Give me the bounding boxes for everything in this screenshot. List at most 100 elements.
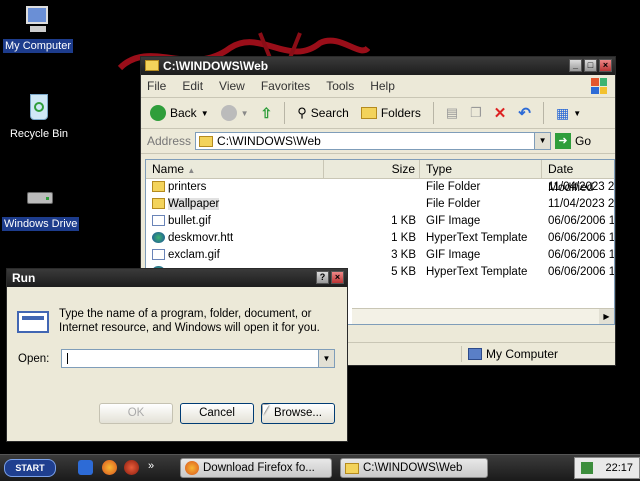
column-size[interactable]: Size [324, 160, 420, 178]
folder-icon [145, 60, 159, 71]
taskbar: START » Download Firefox fo... C:\WINDOW… [0, 454, 640, 481]
list-item[interactable]: exclam.gif 3 KB GIF Image 06/06/2006 1 [146, 247, 614, 264]
address-input[interactable]: C:\WINDOWS\Web ▼ [195, 132, 552, 150]
quicklaunch-more-icon[interactable]: » [148, 460, 154, 472]
chevron-down-icon: ▼ [200, 108, 209, 118]
folder-icon [152, 181, 165, 192]
recycle-bin-icon [23, 92, 55, 124]
search-icon: ⚲ [297, 105, 307, 120]
task-explorer[interactable]: C:\WINDOWS\Web [340, 458, 488, 478]
toolbar-separator [432, 102, 434, 124]
undo-icon: ↶ [518, 105, 531, 122]
gif-image-icon [152, 215, 165, 226]
delete-icon: ✕ [493, 105, 507, 122]
open-combobox[interactable]: ▼ [61, 349, 335, 368]
list-item[interactable]: printers File Folder 11/04/2023 2 [146, 179, 614, 196]
views-button[interactable]: ▦ ▼ [553, 103, 584, 124]
up-button[interactable]: ⇧ [258, 103, 276, 124]
cancel-button[interactable]: Cancel [180, 403, 254, 424]
open-dropdown-button[interactable]: ▼ [318, 350, 334, 367]
browse-button[interactable]: Browse... [261, 403, 335, 424]
drive-icon [24, 182, 56, 214]
address-bar: Address C:\WINDOWS\Web ▼ ➜ Go [141, 129, 615, 154]
menu-help[interactable]: Help [370, 79, 395, 93]
gif-image-icon [152, 249, 165, 260]
html-template-icon [152, 232, 165, 243]
horizontal-scrollbar[interactable]: ▶ [352, 308, 614, 324]
delete-button[interactable]: ✕ [491, 102, 510, 124]
run-program-icon [17, 311, 49, 333]
media-player-icon[interactable] [124, 460, 139, 475]
task-firefox[interactable]: Download Firefox fo... [180, 458, 332, 478]
desktop-icon-windows-drive[interactable]: Windows Drive [2, 182, 80, 231]
folder-icon [199, 135, 214, 147]
firefox-icon[interactable] [102, 460, 117, 475]
computer-icon [22, 4, 54, 36]
minimize-button[interactable]: _ [569, 59, 582, 72]
open-label: Open: [18, 353, 50, 365]
menu-favorites[interactable]: Favorites [261, 79, 310, 93]
menu-tools[interactable]: Tools [326, 79, 354, 93]
scroll-right-arrow-icon[interactable]: ▶ [599, 309, 614, 324]
sort-asc-icon: ▲ [187, 166, 196, 175]
mouse-cursor-icon [263, 405, 269, 415]
folder-icon [345, 463, 359, 474]
copy-to-button[interactable]: ❐ [467, 103, 485, 123]
forward-button[interactable]: ▼ [218, 103, 252, 123]
menu-view[interactable]: View [219, 79, 245, 93]
column-name[interactable]: Name ▲ [146, 160, 324, 178]
column-type[interactable]: Type [420, 160, 542, 178]
clock[interactable]: 22:17 [605, 462, 633, 474]
status-zone: My Computer [461, 346, 558, 362]
column-date-modified[interactable]: Date Modified [542, 160, 614, 194]
desktop-icon-label: My Computer [2, 39, 74, 53]
back-arrow-icon [150, 105, 166, 121]
forward-arrow-icon [220, 105, 237, 121]
column-header: Name ▲ Size Type Date Modified [146, 160, 614, 194]
address-dropdown-button[interactable]: ▼ [534, 133, 551, 149]
list-item[interactable]: deskmovr.htt 1 KB HyperText Template 06/… [146, 230, 614, 247]
close-button[interactable]: × [599, 59, 612, 72]
network-icon[interactable] [581, 462, 593, 474]
menu-file[interactable]: File [147, 79, 166, 93]
close-button[interactable]: × [331, 271, 344, 284]
list-item[interactable]: bullet.gif 1 KB GIF Image 06/06/2006 1 [146, 213, 614, 230]
ok-button[interactable]: OK [99, 403, 173, 424]
menu-edit[interactable]: Edit [182, 79, 203, 93]
move-to-icon: ▤ [445, 105, 459, 120]
windows-logo-icon [591, 78, 607, 94]
folders-button[interactable]: Folders [358, 104, 424, 122]
run-titlebar[interactable]: Run ? × [7, 269, 347, 287]
maximize-button[interactable]: □ [584, 59, 597, 72]
text-caret [67, 353, 68, 364]
go-arrow-icon: ➜ [555, 133, 572, 149]
back-button[interactable]: Back ▼ [147, 103, 212, 123]
show-desktop-icon[interactable] [78, 460, 93, 475]
go-button[interactable]: ➜ Go [555, 133, 591, 149]
up-folder-icon: ⇧ [260, 104, 273, 121]
folders-label: Folders [380, 106, 421, 120]
undo-button[interactable]: ↶ [515, 102, 534, 124]
views-icon: ▦ [555, 104, 570, 121]
search-button[interactable]: ⚲ Search [294, 103, 352, 123]
desktop-icon-recycle-bin[interactable]: Recycle Bin [1, 92, 77, 141]
go-label: Go [575, 134, 592, 148]
computer-icon [468, 348, 482, 360]
desktop-icon-label: Windows Drive [2, 217, 80, 231]
system-tray: 22:17 [574, 457, 640, 479]
list-item[interactable]: Wallpaper File Folder 11/04/2023 2 [146, 196, 614, 213]
address-value: C:\WINDOWS\Web [217, 134, 321, 148]
start-button[interactable]: START [4, 459, 56, 477]
window-title: C:\WINDOWS\Web [163, 59, 269, 73]
explorer-titlebar[interactable]: C:\WINDOWS\Web _ □ × [141, 57, 615, 75]
task-label: Download Firefox fo... [203, 462, 315, 474]
dialog-title: Run [12, 271, 36, 285]
toolbar-separator [542, 102, 544, 124]
chevron-down-icon: ▼ [240, 108, 249, 118]
help-button[interactable]: ? [316, 271, 329, 284]
move-to-button[interactable]: ▤ [443, 103, 461, 123]
run-dialog[interactable]: Run ? × Type the name of a program, fold… [6, 268, 348, 442]
desktop-icon-my-computer[interactable]: My Computer [0, 4, 76, 53]
status-zone-label: My Computer [486, 347, 559, 361]
address-label: Address [147, 134, 192, 148]
